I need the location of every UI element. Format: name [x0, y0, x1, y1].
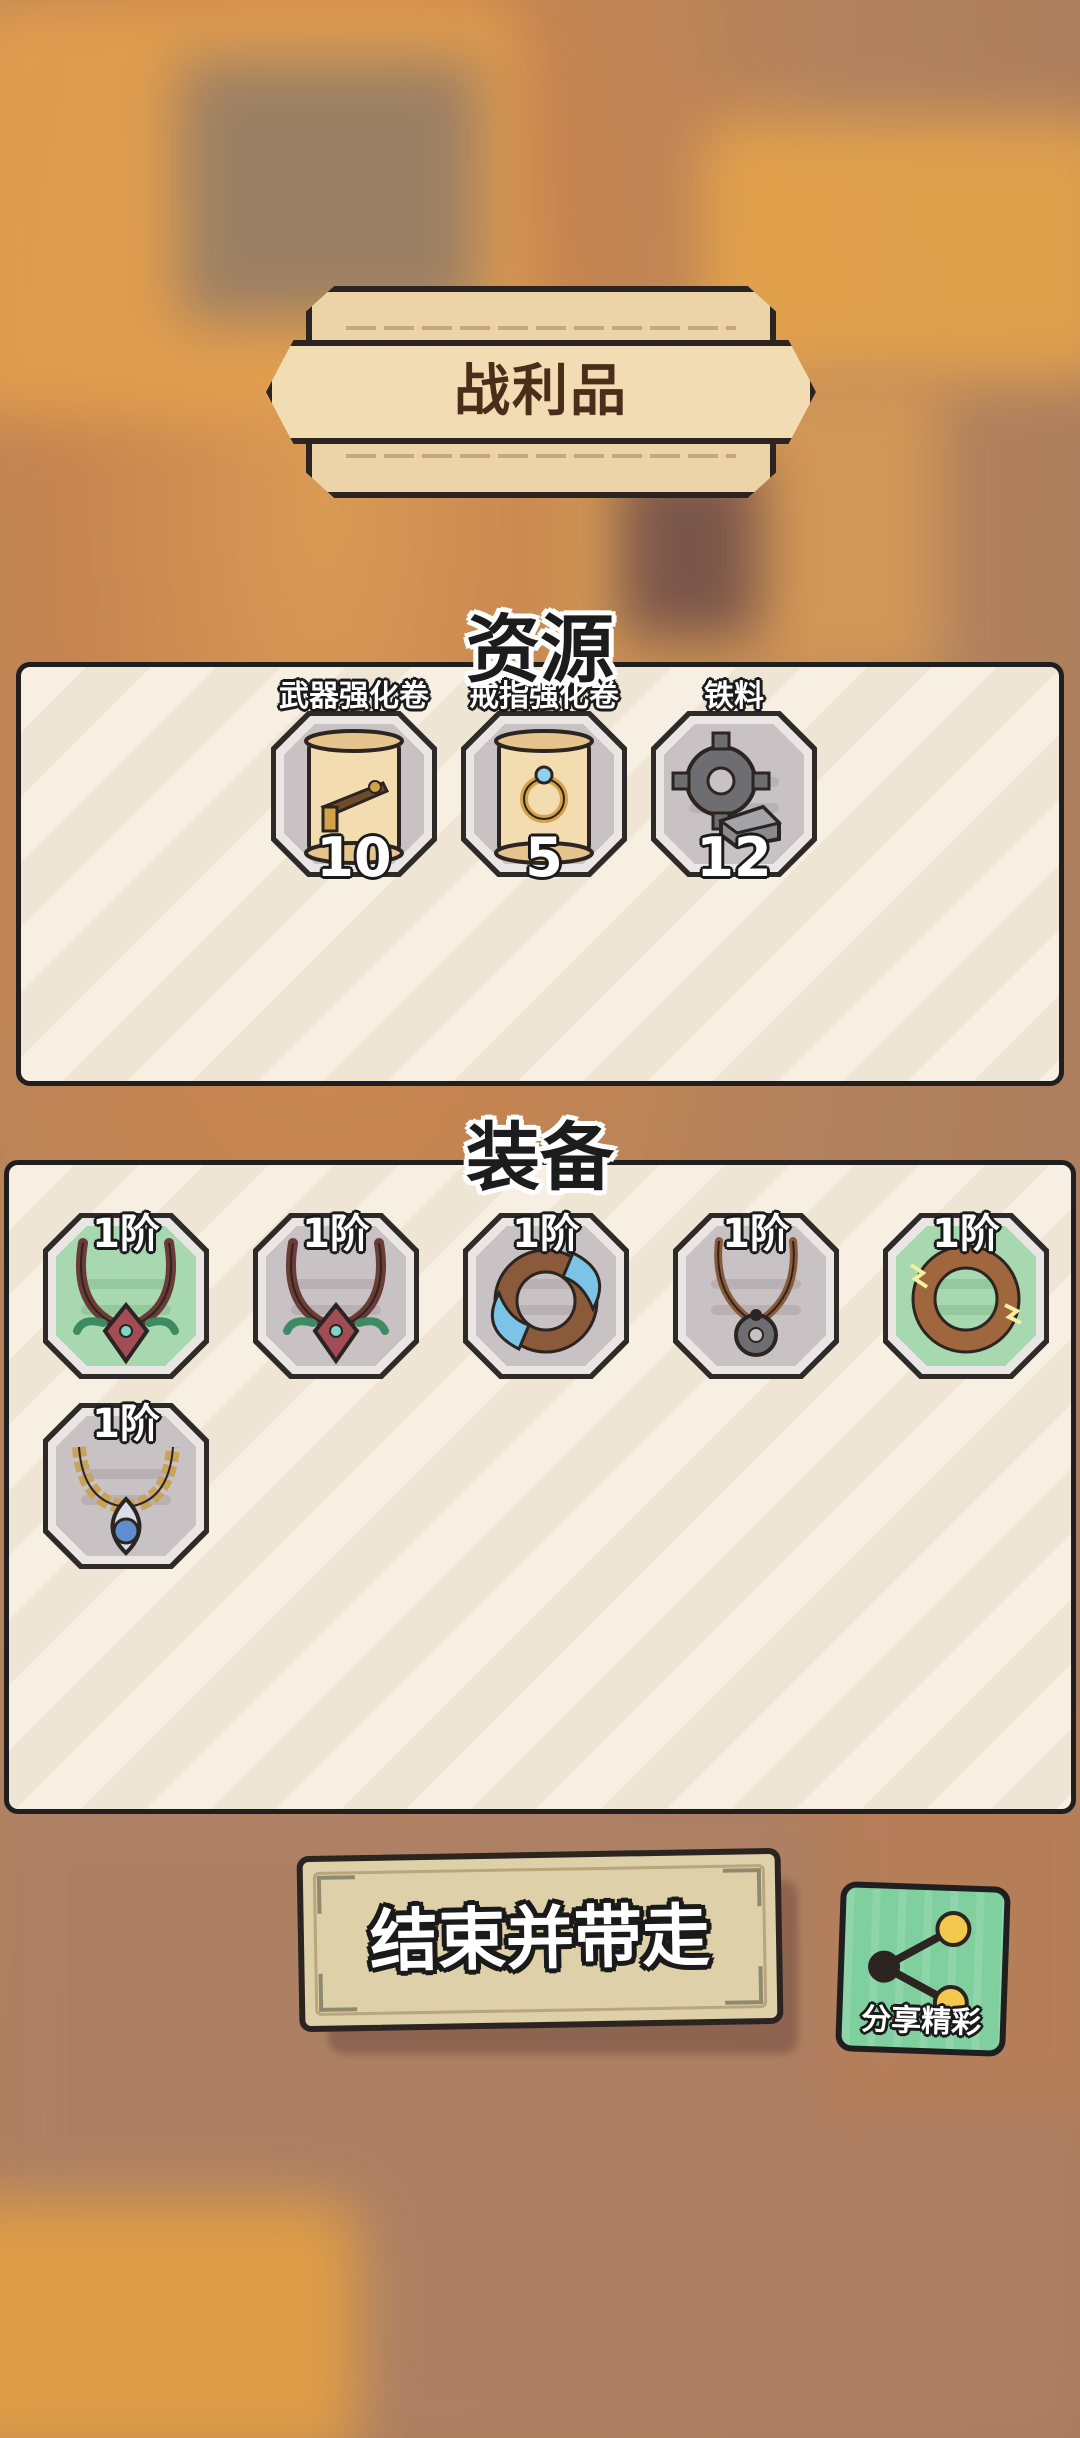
- equipment-item[interactable]: 1阶: [43, 1401, 209, 1569]
- loot-title-banner: 战利品: [266, 286, 816, 498]
- tier-label: 1阶: [722, 1211, 790, 1257]
- equipment-item[interactable]: 1阶: [43, 1211, 209, 1379]
- share-button-label: 分享精彩: [860, 2001, 982, 2042]
- equipment-item[interactable]: 1阶: [463, 1211, 629, 1379]
- tier-label: 1阶: [512, 1211, 580, 1257]
- tier-label: 1阶: [932, 1211, 1000, 1257]
- end-and-take-button[interactable]: 结束并带走: [296, 1847, 784, 2033]
- equipment-panel: 1阶 1阶 1阶 1阶 1阶 1阶: [4, 1160, 1076, 1814]
- equipment-item[interactable]: 1阶: [883, 1211, 1049, 1379]
- page-title: 战利品: [454, 359, 628, 424]
- equipment-item[interactable]: 1阶: [673, 1211, 839, 1379]
- equipment-item[interactable]: 1阶: [253, 1211, 419, 1379]
- end-button-label: 结束并带走: [369, 1897, 711, 1982]
- resource-count: 10: [316, 826, 392, 889]
- tier-label: 1阶: [302, 1211, 370, 1257]
- equipment-heading: 装备: [466, 1115, 614, 1201]
- resource-count: 5: [525, 826, 563, 889]
- share-highlights-button[interactable]: 分享精彩: [835, 1881, 1011, 2057]
- resource-item-iron[interactable]: 铁料 12: [651, 679, 817, 889]
- tier-label: 1阶: [92, 1211, 160, 1257]
- resource-item-ring-scroll[interactable]: 戒指强化卷 5: [461, 679, 627, 889]
- tier-label: 1阶: [92, 1401, 160, 1447]
- resources-panel: 武器强化卷 10 戒指强化卷 5 铁料 12: [16, 662, 1064, 1086]
- resource-count: 12: [696, 826, 772, 889]
- resource-item-weapon-scroll[interactable]: 武器强化卷 10: [271, 679, 437, 889]
- resources-heading: 资源: [466, 607, 614, 693]
